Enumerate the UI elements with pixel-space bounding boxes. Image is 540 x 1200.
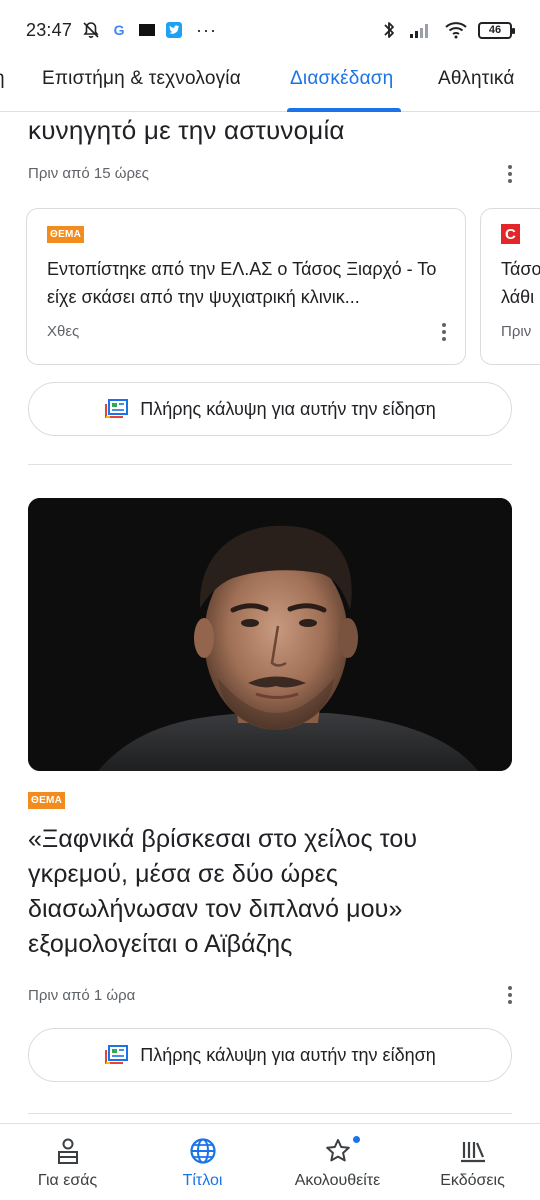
- nav-headlines[interactable]: Τίτλοι: [135, 1136, 270, 1190]
- story1-more-icon[interactable]: [500, 160, 520, 188]
- nav-label: Για εσάς: [37, 1172, 98, 1189]
- status-time: 23:47: [26, 19, 73, 40]
- story2-time: Πριν από 1 ώρα: [28, 987, 136, 1004]
- related-article-card-2[interactable]: C Τάσο λάθι Πριν: [480, 208, 540, 365]
- wifi-icon: [444, 21, 468, 39]
- related-article-title[interactable]: Εντοπίστηκε από την ΕΛ.ΑΣ ο Τάσος Ξιαρχό…: [47, 255, 451, 311]
- section-tabs: η Επιστήμη & τεχνολογία Διασκέδαση Αθλητ…: [0, 60, 540, 112]
- muted-bell-icon: [82, 21, 100, 39]
- source-c-logo: C: [501, 224, 520, 244]
- nav-newsstand[interactable]: Εκδόσεις: [405, 1136, 540, 1190]
- tab-sports[interactable]: Αθλητικά: [438, 68, 515, 90]
- nav-label: Εκδόσεις: [440, 1172, 505, 1189]
- full-coverage-label: Πλήρης κάλυψη για αυτήν την είδηση: [140, 1044, 436, 1065]
- story1-headline[interactable]: κυνηγητό με την αστυνομία: [28, 115, 345, 146]
- signal-icon: [408, 21, 434, 39]
- related-article-2-time: Πριν: [501, 323, 532, 340]
- tab-partial[interactable]: η: [0, 68, 5, 90]
- story2-headline[interactable]: «Ξαφνικά βρίσκεσαι στο χείλος του γκρεμο…: [28, 822, 512, 962]
- story1-time: Πριν από 15 ώρες: [28, 165, 149, 182]
- nav-for-you[interactable]: Για εσάς: [0, 1136, 135, 1190]
- globe-icon: [188, 1136, 218, 1166]
- new-content-badge: [353, 1136, 360, 1143]
- full-coverage-icon: [104, 1045, 129, 1065]
- related-article-card[interactable]: ΘΕΜΑ Εντοπίστηκε από την ΕΛ.ΑΣ ο Τάσος Ξ…: [26, 208, 466, 365]
- nav-label: Τίτλοι: [182, 1172, 223, 1189]
- full-coverage-icon: [104, 399, 129, 419]
- tab-entertainment[interactable]: Διασκέδαση: [290, 68, 393, 90]
- story2-more-icon[interactable]: [500, 981, 520, 1009]
- bluetooth-icon: [380, 21, 398, 39]
- tab-science-technology[interactable]: Επιστήμη & τεχνολογία: [42, 68, 241, 90]
- related-article-time: Χθες: [47, 323, 80, 340]
- google-icon: G: [113, 22, 125, 38]
- battery-icon: 46: [478, 21, 515, 39]
- related-article-more-icon[interactable]: [434, 318, 454, 346]
- story-divider: [28, 464, 512, 465]
- full-coverage-label: Πλήρης κάλυψη για αυτήν την είδηση: [140, 398, 436, 419]
- status-bar: 23:47 G ··· 46: [0, 0, 540, 60]
- nav-label: Ακολουθείτε: [294, 1172, 381, 1189]
- news-feed[interactable]: κυνηγητό με την αστυνομία Πριν από 15 ώρ…: [0, 113, 540, 1123]
- more-notifications-icon: ···: [196, 19, 218, 40]
- protothema-logo: ΘΕΜΑ: [28, 792, 66, 809]
- full-coverage-button[interactable]: Πλήρης κάλυψη για αυτήν την είδηση: [28, 1028, 512, 1082]
- story-divider: [28, 1113, 512, 1114]
- star-icon: [323, 1136, 353, 1166]
- battery-level: 46: [488, 24, 502, 36]
- news-app-icon: [138, 21, 156, 39]
- full-coverage-button[interactable]: Πλήρης κάλυψη για αυτήν την είδηση: [28, 382, 512, 436]
- man-portrait-image: [28, 498, 512, 771]
- twitter-icon: [166, 22, 183, 38]
- active-tab-indicator: [287, 108, 401, 112]
- nav-following[interactable]: Ακολουθείτε: [270, 1136, 405, 1190]
- protothema-logo: ΘΕΜΑ: [47, 226, 85, 243]
- bottom-navigation: Για εσάς Τίτλοι Ακολουθείτε Εκδόσεις: [0, 1123, 540, 1200]
- for-you-icon: [53, 1136, 83, 1166]
- related-article-2-title[interactable]: Τάσο λάθι: [501, 255, 540, 311]
- newsstand-icon: [458, 1136, 488, 1166]
- story2-image[interactable]: [28, 498, 512, 771]
